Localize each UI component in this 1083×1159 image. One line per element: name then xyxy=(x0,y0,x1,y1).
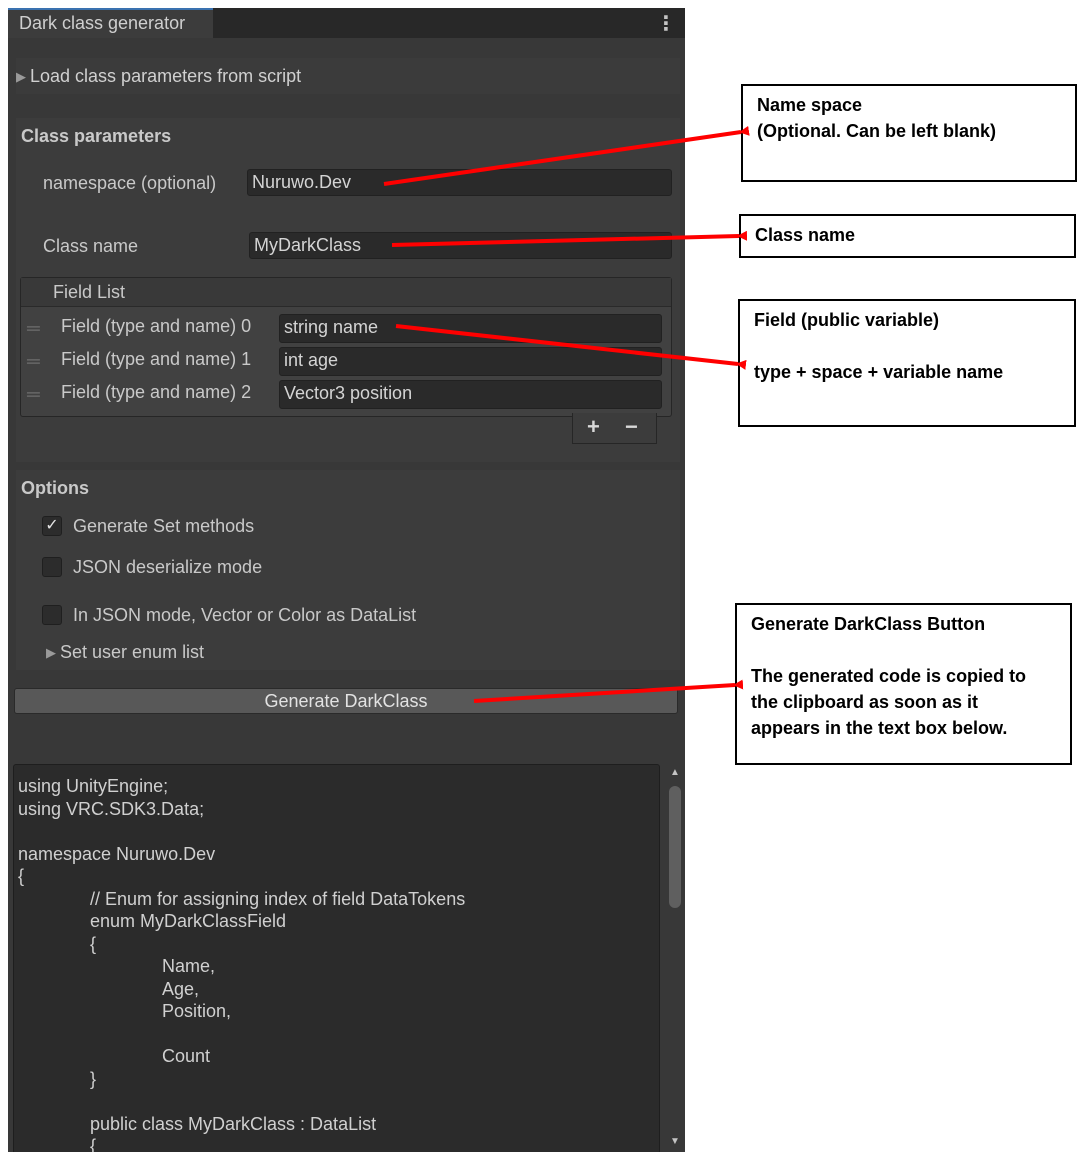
generate-darkclass-button[interactable]: Generate DarkClass xyxy=(14,688,678,714)
user-enum-label: Set user enum list xyxy=(60,642,205,662)
list-item: ═ Field (type and name) 0 string name xyxy=(21,312,671,345)
annotation-text: Name space xyxy=(757,95,863,115)
code-line: public class MyDarkClass : DataList xyxy=(18,1113,376,1135)
code-text: Age, xyxy=(162,979,200,999)
code-text: enum MyDarkClassField xyxy=(90,911,287,931)
code-text: Position, xyxy=(162,1001,232,1021)
field-value-input[interactable]: Vector3 position xyxy=(279,380,662,409)
annotation-classname: Class name xyxy=(739,214,1076,258)
checkmark-icon: ✓ xyxy=(45,517,59,534)
code-line: } xyxy=(18,1068,96,1090)
namespace-input[interactable]: Nuruwo.Dev xyxy=(247,169,672,196)
field-label: Field (type and name) 2 xyxy=(61,382,252,402)
user-enum-foldout[interactable]: ▶ Set user enum list xyxy=(46,642,204,663)
json-datalist-label[interactable]: In JSON mode, Vector or Color as DataLis… xyxy=(73,605,416,626)
code-line: { xyxy=(18,933,96,955)
annotation-text: Class name xyxy=(755,225,856,245)
code-text: } xyxy=(90,1069,97,1089)
tab-bar: Dark class generator ⋮ xyxy=(8,8,685,38)
code-text: { xyxy=(90,1136,97,1152)
code-line: { xyxy=(18,1135,96,1152)
code-line: namespace Nuruwo.Dev xyxy=(18,844,216,864)
code-text: Count xyxy=(162,1046,211,1066)
field-label: Field (type and name) 0 xyxy=(61,316,252,336)
annotation-text: the clipboard as soon as it xyxy=(751,692,979,712)
generate-set-methods-checkbox[interactable]: ✓ xyxy=(42,516,62,536)
annotation-field: Field (public variable) type + space + v… xyxy=(738,299,1076,427)
kebab-menu-icon[interactable]: ⋮ xyxy=(656,11,676,36)
annotation-text: Generate DarkClass Button xyxy=(751,614,986,634)
window-tab[interactable]: Dark class generator xyxy=(8,8,213,38)
scroll-up-icon[interactable]: ▲ xyxy=(670,767,680,778)
code-text: // Enum for assigning index of field Dat… xyxy=(90,889,466,909)
code-line: Age, xyxy=(18,978,199,1000)
code-scrollbar[interactable]: ▲ ▼ xyxy=(666,764,684,1152)
code-output-textarea[interactable]: using UnityEngine; using VRC.SDK3.Data; … xyxy=(13,764,660,1152)
drag-handle-icon[interactable]: ═ xyxy=(27,352,40,370)
classname-input[interactable]: MyDarkClass xyxy=(249,232,672,259)
list-item: ═ Field (type and name) 1 int age xyxy=(21,345,671,378)
json-deserialize-label[interactable]: JSON deserialize mode xyxy=(73,557,262,578)
code-line: using VRC.SDK3.Data; xyxy=(18,799,205,819)
annotation-namespace: Name space (Optional. Can be left blank) xyxy=(741,84,1077,182)
code-line: Position, xyxy=(18,1000,231,1022)
annotation-text: type + space + variable name xyxy=(754,362,1004,382)
field-value-input[interactable]: int age xyxy=(279,347,662,376)
code-text: { xyxy=(90,934,97,954)
code-text: Name, xyxy=(162,956,216,976)
namespace-label: namespace (optional) xyxy=(43,173,217,193)
drag-handle-icon[interactable]: ═ xyxy=(27,385,40,403)
code-line: // Enum for assigning index of field Dat… xyxy=(18,888,465,910)
annotation-text: appears in the text box below. xyxy=(751,718,1008,738)
load-params-label: Load class parameters from script xyxy=(30,66,302,86)
add-field-button[interactable]: + xyxy=(587,414,600,440)
json-datalist-checkbox[interactable] xyxy=(42,605,62,625)
field-value-input[interactable]: string name xyxy=(279,314,662,343)
field-label: Field (type and name) 1 xyxy=(61,349,252,369)
code-line: Count xyxy=(18,1045,210,1067)
class-parameters-header: Class parameters xyxy=(21,126,172,146)
editor-window: Dark class generator ⋮ ▶ Load class param… xyxy=(8,8,685,1152)
drag-handle-icon[interactable]: ═ xyxy=(27,319,40,337)
annotation-text xyxy=(751,637,1056,663)
code-line: { xyxy=(18,866,25,886)
annotation-text xyxy=(754,333,1060,359)
triangle-right-icon: ▶ xyxy=(46,645,56,660)
triangle-right-icon: ▶ xyxy=(16,69,26,84)
field-list-title: Field List xyxy=(53,282,126,302)
field-list-header: Field List xyxy=(21,278,671,307)
generate-set-methods-label[interactable]: Generate Set methods xyxy=(73,516,254,537)
code-line: using UnityEngine; xyxy=(18,776,169,796)
annotation-text: (Optional. Can be left blank) xyxy=(757,121,997,141)
annotation-generate: Generate DarkClass Button The generated … xyxy=(735,603,1072,765)
json-deserialize-checkbox[interactable] xyxy=(42,557,62,577)
list-item: ═ Field (type and name) 2 Vector3 positi… xyxy=(21,378,671,411)
annotation-text: Field (public variable) xyxy=(754,310,940,330)
options-header: Options xyxy=(21,478,89,498)
code-line: Name, xyxy=(18,955,215,977)
classname-label: Class name xyxy=(43,236,139,256)
code-line: enum MyDarkClassField xyxy=(18,910,286,932)
list-add-remove: + − xyxy=(572,413,657,444)
field-list: Field List ═ Field (type and name) 0 str… xyxy=(20,277,672,417)
scroll-down-icon[interactable]: ▼ xyxy=(670,1136,680,1147)
code-text: public class MyDarkClass : DataList xyxy=(90,1114,377,1134)
scrollbar-thumb[interactable] xyxy=(669,786,681,908)
remove-field-button[interactable]: − xyxy=(625,414,638,440)
annotation-text: The generated code is copied to xyxy=(751,666,1027,686)
load-params-foldout[interactable]: ▶ Load class parameters from script xyxy=(16,58,680,94)
